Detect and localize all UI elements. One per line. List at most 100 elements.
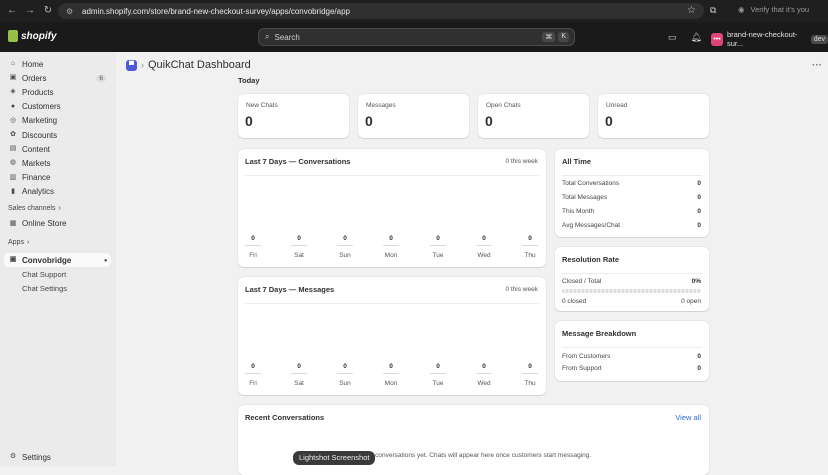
inbox-icon[interactable]: ▭: [668, 32, 677, 43]
chart-day-column: 0 Mon: [371, 363, 411, 387]
closed-count: 0 closed: [562, 297, 587, 305]
row-label: From Customers: [562, 352, 611, 360]
chart-day-column: 0 Sat: [279, 235, 319, 259]
sidebar-subitem-chat-settings[interactable]: Chat Settings: [0, 281, 116, 295]
row-value: 0: [697, 193, 701, 201]
chart-bar: [245, 245, 261, 246]
row-label: Total Conversations: [562, 179, 620, 187]
stat-label: Open Chats: [486, 102, 521, 109]
chart-day-column: 0 Fri: [233, 363, 273, 387]
row-label: Total Messages: [562, 193, 608, 201]
chart-day-column: 0 Fri: [233, 235, 273, 259]
sidebar-item-discounts[interactable]: ✿ Discounts: [0, 128, 116, 142]
divider: [562, 175, 702, 176]
sidebar-item-settings[interactable]: ⚙ Settings: [0, 450, 116, 464]
chart-day-label: Fri: [249, 252, 257, 259]
more-actions-icon[interactable]: ···: [812, 60, 822, 71]
chart-day-column: 0 Wed: [464, 235, 504, 259]
sidebar-item-markets[interactable]: ◍ Markets: [0, 156, 116, 170]
extensions-icon[interactable]: ⧉: [710, 5, 716, 16]
chart-day-label: Sun: [339, 252, 351, 259]
sidebar-item-products[interactable]: ◈ Products: [0, 85, 116, 99]
apps-header[interactable]: Apps ›: [0, 236, 116, 248]
sidebar-item-label: Markets: [22, 158, 51, 168]
sidebar-item-home[interactable]: ⌂ Home: [0, 57, 116, 71]
site-info-icon[interactable]: ⚙: [66, 7, 76, 16]
chart-bar: [291, 373, 307, 374]
chart-bar: [337, 245, 353, 246]
chart-day-label: Tue: [432, 380, 444, 387]
stat-card-unread: Unread 0: [598, 94, 709, 138]
sidebar-subitem-chat-support[interactable]: Chat Support: [0, 267, 116, 281]
sidebar-item-label: Online Store: [22, 219, 67, 229]
row-value: 0: [697, 221, 701, 229]
chart-value-label: 0: [482, 235, 486, 242]
message-breakdown-card: Message Breakdown From Customers 0 From S…: [555, 321, 709, 381]
view-all-link[interactable]: View all: [675, 413, 701, 422]
chart-day-column: 0 Thu: [510, 235, 550, 259]
stat-value: 0: [365, 113, 373, 129]
conversations-chart-card: Last 7 Days — Conversations 0 this week …: [238, 149, 546, 267]
markets-icon: ◍: [9, 159, 17, 167]
profile-verify[interactable]: ◉ Verify that it's you: [738, 5, 809, 14]
more-dot-icon[interactable]: •: [104, 256, 107, 265]
stat-row: Total Conversations 0: [562, 177, 701, 189]
sidebar-item-orders[interactable]: ▣ Orders 6: [0, 71, 116, 85]
chart-value-label: 0: [251, 363, 255, 370]
dev-badge: dev: [810, 34, 828, 44]
sidebar-item-label: Convobridge: [22, 255, 72, 265]
sidebar-item-content[interactable]: ▤ Content: [0, 142, 116, 156]
verify-text: Verify that it's you: [750, 5, 810, 14]
sidebar-item-online-store[interactable]: ▦ Online Store: [0, 217, 116, 231]
app-icon: ▣: [9, 256, 17, 264]
chart-value-label: 0: [251, 235, 255, 242]
back-icon[interactable]: ←: [6, 5, 18, 17]
store-switcher[interactable]: ••• brand-new-checkout-sur... dev: [711, 30, 828, 48]
chart-bar: [383, 373, 399, 374]
analytics-icon: ▮: [11, 187, 15, 195]
chart-day-label: Thu: [524, 380, 536, 387]
sidebar-item-finance[interactable]: ▥ Finance: [0, 171, 116, 185]
topbar-actions: ▭ 🔔︎: [668, 32, 702, 43]
browser-toolbar: ← → ↻ ⚙ admin.shopify.com/store/brand-ne…: [0, 0, 828, 22]
command-key: ⌘: [542, 32, 556, 42]
resolution-progress-bar: [562, 289, 701, 293]
shopify-logo[interactable]: shopify: [8, 30, 57, 42]
sidebar-item-analytics[interactable]: ▮ Analytics: [0, 185, 116, 199]
week-summary: 0 this week: [505, 286, 538, 293]
resolution-row: Closed / Total 0%: [562, 275, 701, 287]
open-count: 0 open: [681, 297, 701, 305]
sidebar-item-marketing[interactable]: ◎ Marketing: [0, 114, 116, 128]
sidebar-item-convobridge[interactable]: ▣ Convobridge •: [4, 253, 111, 268]
sidebar-item-label: Finance: [22, 173, 51, 183]
search-bar[interactable]: ⌕ Search ⌘ K: [258, 28, 575, 46]
chart-bar: [245, 373, 261, 374]
bell-icon[interactable]: 🔔︎: [691, 32, 702, 43]
chart-day-column: 0 Wed: [464, 363, 504, 387]
chart-bar: [383, 245, 399, 246]
resolution-counts: 0 closed 0 open: [562, 295, 701, 307]
chart-bar: [476, 373, 492, 374]
resolution-percent: 0%: [691, 277, 701, 285]
reload-icon[interactable]: ↻: [42, 5, 54, 17]
sidebar-item-label: Discounts: [22, 130, 58, 140]
chart-value-label: 0: [528, 235, 532, 242]
chart-day-label: Fri: [249, 380, 257, 387]
chart-day-label: Tue: [432, 252, 444, 259]
stat-label: Messages: [366, 102, 396, 109]
home-icon: ⌂: [10, 60, 16, 68]
discounts-icon: ✿: [10, 131, 16, 139]
forward-icon[interactable]: →: [24, 5, 36, 17]
sidebar-item-label: Marketing: [22, 116, 58, 126]
chart-day-label: Sat: [294, 252, 304, 259]
address-bar[interactable]: ⚙ admin.shopify.com/store/brand-new-chec…: [58, 3, 704, 19]
bookmark-star-icon[interactable]: ☆: [687, 5, 696, 16]
sales-channels-header[interactable]: Sales channels ›: [0, 203, 116, 215]
chart-bar: [522, 373, 538, 374]
chart-value-label: 0: [482, 363, 486, 370]
row-label: This Month: [562, 207, 595, 215]
sidebar-item-customers[interactable]: ● Customers: [0, 100, 116, 114]
screenshot-tool-tooltip: Lightshot Screenshot: [293, 451, 376, 465]
chart-day-label: Mon: [384, 380, 398, 387]
today-label: Today: [238, 76, 260, 85]
